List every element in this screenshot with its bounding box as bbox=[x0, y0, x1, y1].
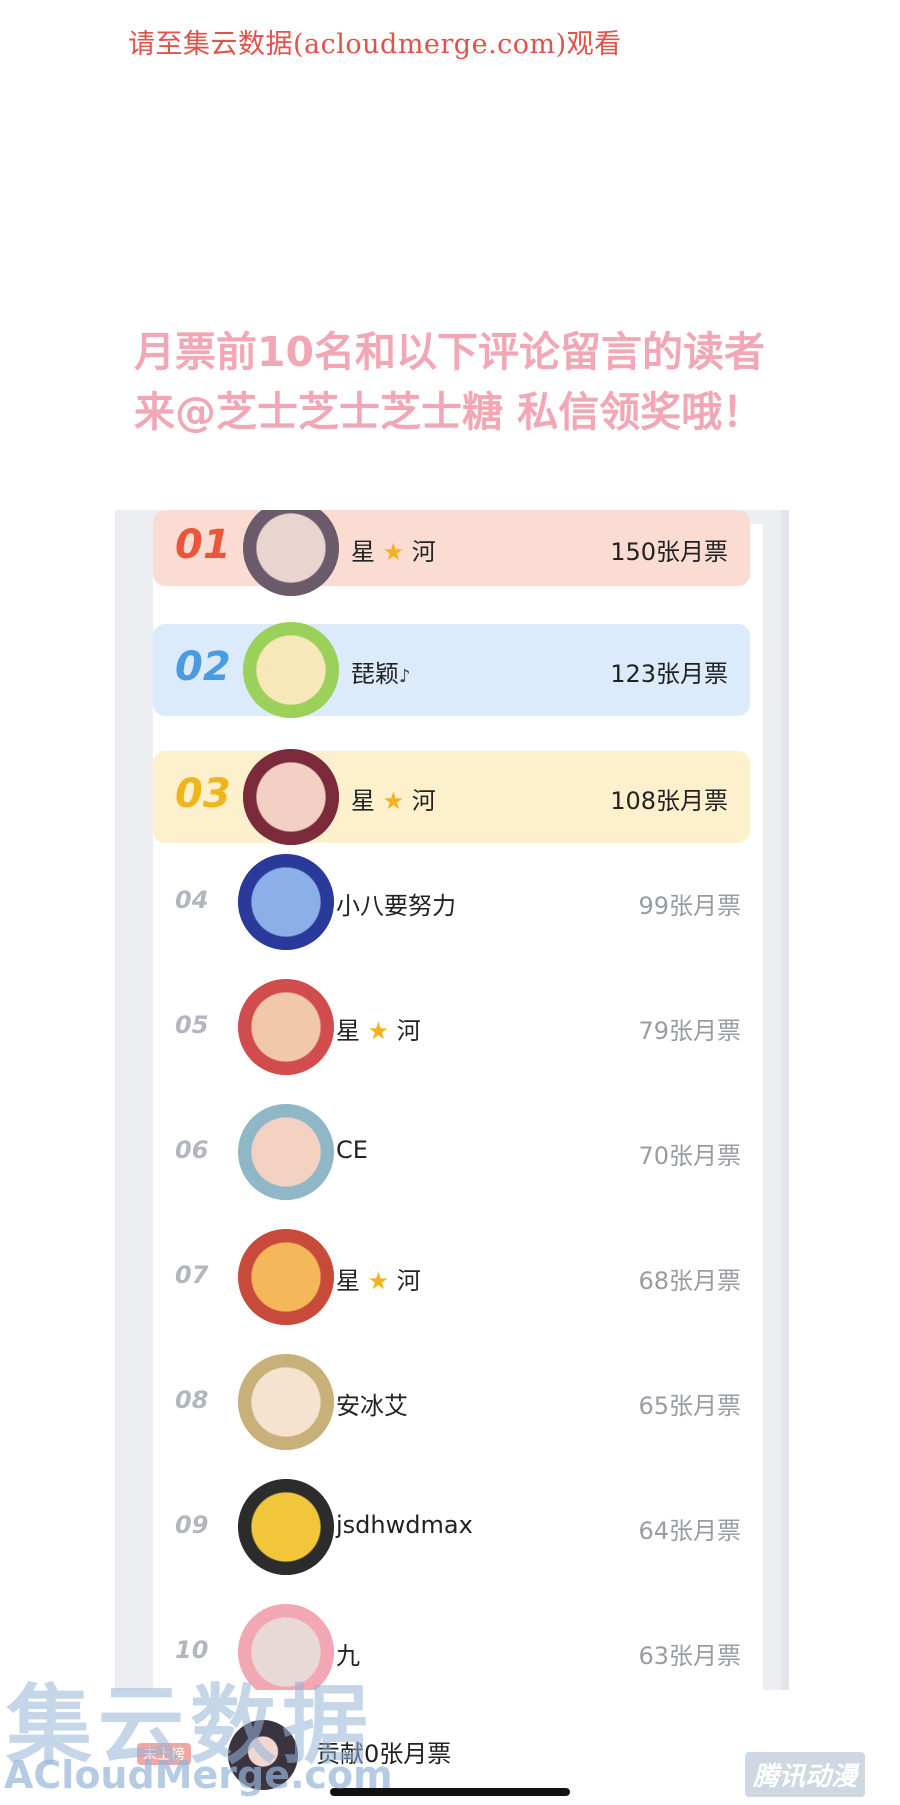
rank-number: 04 bbox=[175, 886, 209, 914]
username: 琵颖♪ bbox=[351, 654, 411, 689]
user-avatar[interactable] bbox=[238, 1479, 334, 1575]
vote-count: 64张月票 bbox=[638, 1517, 741, 1545]
ranking-row[interactable]: 04 小八要努力 99张月票 bbox=[153, 842, 763, 962]
music-note-icon: ♪ bbox=[399, 666, 411, 687]
vote-count: 68张月票 bbox=[638, 1267, 741, 1295]
user-avatar[interactable] bbox=[238, 854, 334, 950]
avatar-frame bbox=[243, 749, 339, 845]
username: 星 ★ 河 bbox=[351, 532, 436, 567]
rank-number: 09 bbox=[175, 1511, 209, 1539]
headline-line-2: 来@芝士芝士芝士糖 私信领奖哦！ bbox=[134, 388, 764, 436]
username: 星 ★ 河 bbox=[351, 781, 436, 816]
star-emoji-icon: ★ bbox=[375, 787, 412, 815]
user-avatar[interactable] bbox=[238, 979, 334, 1075]
ranking-row[interactable]: 06 CE 70张月票 bbox=[153, 1092, 763, 1212]
avatar-frame bbox=[238, 1104, 334, 1200]
username-text: 安冰艾 bbox=[336, 1392, 408, 1420]
avatar-frame bbox=[238, 979, 334, 1075]
ranking-row[interactable]: 05 星 ★ 河 79张月票 bbox=[153, 967, 763, 1087]
ranking-row[interactable]: 09 jsdhwdmax 64张月票 bbox=[153, 1467, 763, 1587]
username-text: jsdhwdmax bbox=[336, 1511, 473, 1539]
ranking-row[interactable]: 03 星 ★ 河 108张月票 bbox=[153, 719, 763, 845]
username-text-suffix: 河 bbox=[396, 1017, 421, 1045]
ranking-row[interactable]: 02 琵颖♪ 123张月票 bbox=[153, 592, 763, 718]
ranking-row[interactable]: 07 星 ★ 河 68张月票 bbox=[153, 1217, 763, 1337]
vote-count: 108张月票 bbox=[610, 787, 728, 815]
rank-number: 08 bbox=[175, 1386, 209, 1414]
username-text: 琵颖 bbox=[351, 660, 399, 688]
rank-number: 05 bbox=[175, 1011, 209, 1039]
vote-count: 65张月票 bbox=[638, 1392, 741, 1420]
watermark-brand: 腾讯动漫 bbox=[745, 1752, 866, 1797]
user-avatar[interactable] bbox=[243, 622, 339, 718]
headline-line-1: 月票前10名和以下评论留言的读者 bbox=[134, 328, 766, 376]
username-text: CE bbox=[336, 1136, 368, 1164]
vote-count: 79张月票 bbox=[638, 1017, 741, 1045]
avatar-frame bbox=[238, 1354, 334, 1450]
vote-count: 63张月票 bbox=[638, 1642, 741, 1670]
username: 星 ★ 河 bbox=[336, 1011, 421, 1046]
username-text-suffix: 河 bbox=[411, 787, 436, 815]
user-avatar[interactable] bbox=[243, 749, 339, 845]
watermark-top-text: 请至集云数据(acloudmerge.com)观看 bbox=[128, 29, 622, 60]
username-text-suffix: 河 bbox=[396, 1267, 421, 1295]
watermark-logo-en: ACloudMerge.com bbox=[4, 1753, 393, 1797]
username-text: 星 bbox=[351, 787, 375, 815]
username: 安冰艾 bbox=[336, 1386, 408, 1421]
star-emoji-icon: ★ bbox=[360, 1267, 397, 1295]
vote-count: 150张月票 bbox=[610, 538, 728, 566]
announcement-headline: 月票前10名和以下评论留言的读者 来@芝士芝士芝士糖 私信领奖哦！ bbox=[134, 322, 814, 442]
username-text: 星 bbox=[336, 1267, 360, 1295]
star-emoji-icon: ★ bbox=[360, 1017, 397, 1045]
ranking-row[interactable]: 08 安冰艾 65张月票 bbox=[153, 1342, 763, 1462]
rank-number: 01 bbox=[175, 522, 231, 568]
username-text: 小八要努力 bbox=[336, 892, 456, 920]
rank-number: 07 bbox=[175, 1261, 209, 1289]
username-text: 星 bbox=[336, 1017, 360, 1045]
avatar-frame bbox=[238, 1479, 334, 1575]
username: jsdhwdmax bbox=[336, 1511, 473, 1539]
vote-count: 99张月票 bbox=[638, 892, 741, 920]
user-avatar[interactable] bbox=[238, 1229, 334, 1325]
avatar-frame bbox=[243, 622, 339, 718]
vote-count: 70张月票 bbox=[638, 1142, 741, 1170]
user-avatar[interactable] bbox=[238, 1354, 334, 1450]
ranking-panel: 01 星 ★ 河 150张月票 02 琵颖♪ 123张月票 03 星 ★ 河 108张月票 04 小… bbox=[115, 510, 789, 1690]
rank-number: 03 bbox=[175, 771, 231, 817]
vote-count: 123张月票 bbox=[610, 660, 728, 688]
username-text-suffix: 河 bbox=[411, 538, 436, 566]
username: CE bbox=[336, 1136, 368, 1164]
username: 小八要努力 bbox=[336, 886, 456, 921]
avatar-frame bbox=[238, 1229, 334, 1325]
user-avatar[interactable] bbox=[238, 1104, 334, 1200]
rank-number: 02 bbox=[175, 644, 231, 690]
avatar-frame bbox=[238, 854, 334, 950]
scrollbar[interactable] bbox=[781, 510, 789, 1690]
ranking-list: 01 星 ★ 河 150张月票 02 琵颖♪ 123张月票 03 星 ★ 河 108张月票 04 小… bbox=[153, 510, 763, 1690]
rank-number: 06 bbox=[175, 1136, 209, 1164]
username: 星 ★ 河 bbox=[336, 1261, 421, 1296]
username-text: 星 bbox=[351, 538, 375, 566]
star-emoji-icon: ★ bbox=[375, 538, 412, 566]
